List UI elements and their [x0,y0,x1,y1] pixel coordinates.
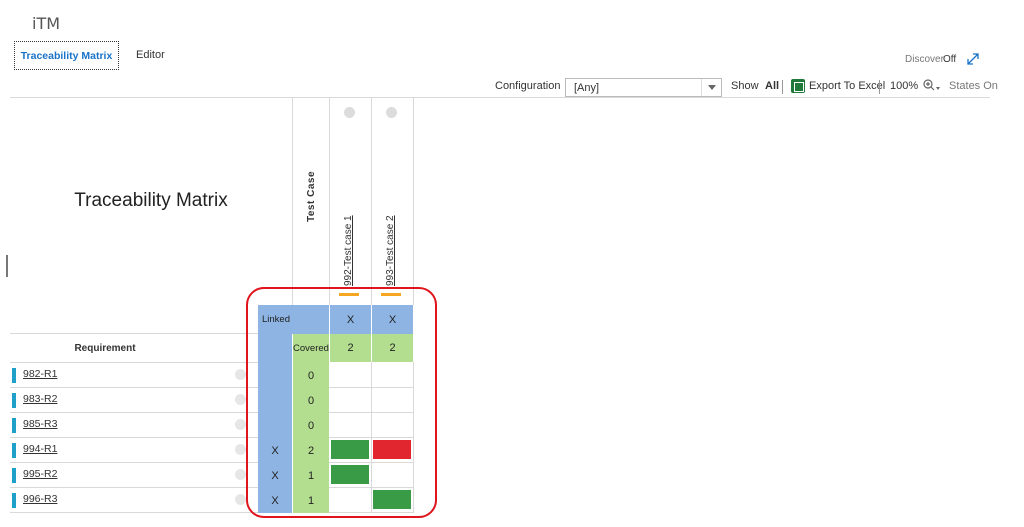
show-filter-value[interactable]: All [765,80,779,92]
requirement-link[interactable]: 985-R3 [23,418,57,430]
excel-icon[interactable] [791,79,805,93]
discover-label: Discover [905,54,944,65]
requirement-status-icon [235,444,246,455]
grid-line [10,512,258,513]
requirement-link[interactable]: 995-R2 [23,468,57,480]
grid-line [10,487,258,488]
zoom-icon[interactable] [922,78,942,94]
tab-editor[interactable]: Editor [136,49,165,61]
tab-traceability-matrix[interactable]: Traceability Matrix [14,41,119,70]
test-case-link[interactable]: 992-Test case 1 [343,215,354,286]
grid-line [10,362,258,363]
requirement-status-icon [235,419,246,430]
discover-toggle[interactable]: Off [943,54,956,65]
zoom-level: 100% [890,80,919,92]
requirement-link[interactable]: 982-R1 [23,368,57,380]
requirement-status-icon [235,394,246,405]
expand-icon[interactable] [966,52,980,66]
annotation-highlight [246,287,437,518]
grid-line [329,98,330,305]
grid-line [371,98,372,305]
toolbar-divider [10,97,990,98]
test-case-status-icon [344,107,355,118]
requirement-link[interactable]: 994-R1 [23,443,57,455]
grid-line [10,412,258,413]
app-title: iTM [32,14,61,33]
show-label: Show [731,80,759,92]
configuration-label: Configuration [495,80,561,92]
grid-line [413,98,414,305]
requirement-marker [12,368,16,383]
requirement-link[interactable]: 983-R2 [23,393,57,405]
requirement-marker [12,393,16,408]
configuration-select[interactable]: [Any] [565,78,722,97]
grid-line [10,437,258,438]
grid-line [10,333,258,334]
requirement-status-icon [235,369,246,380]
toolbar-divider [782,80,783,94]
grid-line [10,387,258,388]
requirement-header: Requirement [74,343,136,354]
grid-line [10,462,258,463]
requirement-status-icon [235,494,246,505]
test-case-link[interactable]: 993-Test case 2 [385,215,396,286]
states-toggle[interactable]: States On [949,80,998,92]
test-case-header: Test Case [306,170,317,222]
configuration-value: [Any] [574,82,600,94]
requirement-marker [12,443,16,458]
requirement-marker [12,418,16,433]
grid-line [292,98,293,305]
requirement-marker [12,468,16,483]
requirement-marker [12,493,16,508]
chevron-down-icon[interactable] [701,79,721,96]
requirement-status-icon [235,469,246,480]
toolbar-divider [879,80,880,94]
test-case-status-icon [386,107,397,118]
panel-resize-handle[interactable] [6,255,8,277]
requirement-link[interactable]: 996-R3 [23,493,57,505]
matrix-title: Traceability Matrix [74,190,228,211]
export-to-excel-button[interactable]: Export To Excel [809,80,885,92]
